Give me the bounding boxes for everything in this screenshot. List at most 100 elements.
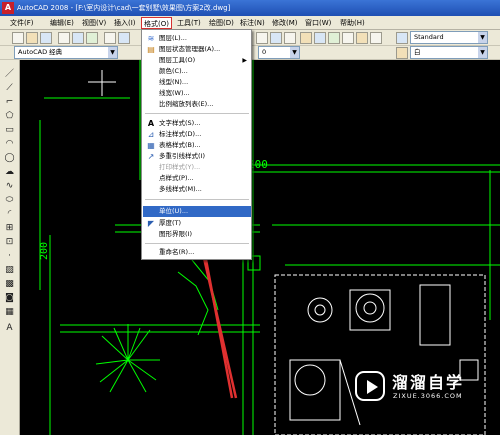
zoom-previous-icon[interactable] bbox=[284, 32, 296, 44]
menu-insert[interactable]: 插入(I) bbox=[112, 17, 138, 29]
play-logo-icon bbox=[355, 371, 385, 401]
menu-format[interactable]: 格式(O) bbox=[141, 17, 172, 29]
menu-item-color[interactable]: 颜色(C)... bbox=[143, 66, 251, 77]
cut-icon[interactable] bbox=[104, 32, 116, 44]
ellipse-arc-icon[interactable]: ◜ bbox=[3, 208, 16, 220]
properties-icon[interactable] bbox=[300, 32, 312, 44]
menu-window[interactable]: 窗口(W) bbox=[303, 17, 333, 29]
color-value: 白 bbox=[414, 48, 421, 56]
menu-item-multileader-style[interactable]: ↗ 多重引线样式(I) bbox=[143, 151, 251, 162]
calculator-icon[interactable] bbox=[370, 32, 382, 44]
color-select[interactable]: 白 ▼ bbox=[410, 46, 488, 59]
zoom-window-icon[interactable] bbox=[270, 32, 282, 44]
menu-item-layer-tools[interactable]: 图层工具(O) ▶ bbox=[143, 55, 251, 66]
menu-item-scale-list[interactable]: 比例缩放列表(E)... bbox=[143, 99, 251, 110]
dimension-style-icon: ⊿ bbox=[147, 130, 155, 139]
menu-tools[interactable]: 工具(T) bbox=[175, 17, 203, 29]
menu-item-lineweight[interactable]: 线宽(W)... bbox=[143, 88, 251, 99]
dimension-label-left: 200 bbox=[39, 242, 50, 260]
table-icon[interactable]: ▦ bbox=[3, 306, 16, 318]
title-bar: A AutoCAD 2008 - [F:\室内设计\cad\一套别墅\效果图\方… bbox=[0, 0, 500, 16]
menu-item-thickness[interactable]: ◤ 厚度(T) bbox=[143, 218, 251, 229]
revision-cloud-icon[interactable]: ☁ bbox=[3, 166, 16, 178]
menu-edit[interactable]: 编辑(E) bbox=[48, 17, 76, 29]
menu-item-point-style[interactable]: 点样式(P)... bbox=[143, 173, 251, 184]
menu-draw[interactable]: 绘图(D) bbox=[207, 17, 236, 29]
menu-item-label: 重命名(R)... bbox=[159, 248, 195, 256]
circle-icon[interactable]: ◯ bbox=[3, 152, 16, 164]
chevron-down-icon[interactable]: ▼ bbox=[108, 47, 117, 58]
autocad-app-icon[interactable]: A bbox=[2, 2, 14, 14]
chevron-down-icon[interactable]: ▼ bbox=[478, 32, 487, 43]
menu-item-text-style[interactable]: A 文字样式(S)... bbox=[143, 118, 251, 129]
gradient-icon[interactable]: ▩ bbox=[3, 278, 16, 290]
menu-item-label: 打印样式(Y)... bbox=[159, 163, 201, 171]
layer-value: 0 bbox=[262, 48, 267, 56]
ellipse-icon[interactable]: ⬭ bbox=[3, 194, 16, 206]
rectangle-icon[interactable]: ▭ bbox=[3, 124, 16, 136]
menu-separator bbox=[145, 199, 249, 200]
menu-file[interactable]: 文件(F) bbox=[8, 17, 36, 29]
tool-palettes-icon[interactable] bbox=[328, 32, 340, 44]
chevron-down-icon[interactable]: ▼ bbox=[478, 47, 487, 58]
menu-item-label: 线型(N)... bbox=[159, 78, 189, 86]
line-tool-icon[interactable]: ／ bbox=[3, 68, 16, 80]
layer-color-icon[interactable] bbox=[396, 47, 408, 59]
menu-item-linetype[interactable]: 线型(N)... bbox=[143, 77, 251, 88]
polyline-icon[interactable]: ⌐ bbox=[3, 96, 16, 108]
table-style-icon: ▦ bbox=[147, 141, 155, 150]
copy-icon[interactable] bbox=[118, 32, 130, 44]
insert-block-icon[interactable]: ⊞ bbox=[3, 222, 16, 234]
watermark: 溜溜自学 ZIXUE.3066.COM bbox=[355, 369, 495, 415]
construction-line-icon[interactable]: ⟋ bbox=[3, 82, 16, 94]
menu-item-label: 图层状态管理器(A)... bbox=[159, 45, 221, 53]
menu-help[interactable]: 帮助(H) bbox=[338, 17, 367, 29]
format-menu-dropdown: ≋ 图层(L)... ▤ 图层状态管理器(A)... 图层工具(O) ▶ 颜色(… bbox=[141, 29, 252, 260]
menu-bar: 文件(F) 编辑(E) 视图(V) 插入(I) 格式(O) 工具(T) 绘图(D… bbox=[0, 16, 500, 30]
save-icon[interactable] bbox=[40, 32, 52, 44]
menu-item-label: 厚度(T) bbox=[159, 219, 182, 227]
menu-dimension[interactable]: 标注(N) bbox=[238, 17, 267, 29]
text-style-select[interactable]: Standard ▼ bbox=[410, 31, 488, 44]
menu-item-label: 文字样式(S)... bbox=[159, 119, 201, 127]
menu-item-label: 图形界限(I) bbox=[159, 230, 192, 238]
sheet-set-icon[interactable] bbox=[342, 32, 354, 44]
open-file-icon[interactable] bbox=[26, 32, 38, 44]
menu-item-label: 多线样式(M)... bbox=[159, 185, 202, 193]
chevron-down-icon[interactable]: ▼ bbox=[290, 47, 299, 58]
spline-icon[interactable]: ∿ bbox=[3, 180, 16, 192]
design-center-icon[interactable] bbox=[314, 32, 326, 44]
menu-view[interactable]: 视图(V) bbox=[80, 17, 108, 29]
make-block-icon[interactable]: ⊡ bbox=[3, 236, 16, 248]
new-file-icon[interactable] bbox=[12, 32, 24, 44]
layer-state-icon: ▤ bbox=[147, 45, 155, 54]
hatch-icon[interactable]: ▨ bbox=[3, 264, 16, 276]
menu-modify[interactable]: 修改(M) bbox=[270, 17, 300, 29]
arc-icon[interactable]: ◠ bbox=[3, 138, 16, 150]
workspace-select[interactable]: AutoCAD 经典 ▼ bbox=[14, 46, 118, 59]
print-icon[interactable] bbox=[58, 32, 70, 44]
menu-item-plot-style: 打印样式(Y)... bbox=[143, 162, 251, 173]
region-icon[interactable]: ◙ bbox=[3, 292, 16, 304]
multiline-text-icon[interactable]: A bbox=[3, 322, 16, 334]
menu-item-label: 线宽(W)... bbox=[159, 89, 190, 97]
menu-item-rename[interactable]: 重命名(R)... bbox=[143, 247, 251, 258]
menu-item-layer[interactable]: ≋ 图层(L)... bbox=[143, 33, 251, 44]
print-preview-icon[interactable] bbox=[72, 32, 84, 44]
publish-icon[interactable] bbox=[86, 32, 98, 44]
menu-item-units[interactable]: 单位(U)... bbox=[143, 206, 251, 217]
point-icon[interactable]: · bbox=[3, 250, 16, 262]
menu-item-table-style[interactable]: ▦ 表格样式(B)... bbox=[143, 140, 251, 151]
menu-item-layer-state-manager[interactable]: ▤ 图层状态管理器(A)... bbox=[143, 44, 251, 55]
text-style-tool-icon[interactable] bbox=[396, 32, 408, 44]
polygon-icon[interactable]: ⬠ bbox=[3, 110, 16, 122]
layers-icon: ≋ bbox=[147, 34, 155, 43]
menu-item-drawing-limits[interactable]: 图形界限(I) bbox=[143, 229, 251, 240]
menu-item-multiline-style[interactable]: 多线样式(M)... bbox=[143, 184, 251, 195]
menu-item-dimension-style[interactable]: ⊿ 标注样式(D)... bbox=[143, 129, 251, 140]
zoom-realtime-icon[interactable] bbox=[256, 32, 268, 44]
menu-item-label: 表格样式(B)... bbox=[159, 141, 201, 149]
layer-select[interactable]: 0 ▼ bbox=[258, 46, 300, 59]
markup-icon[interactable] bbox=[356, 32, 368, 44]
menu-separator bbox=[145, 113, 249, 114]
